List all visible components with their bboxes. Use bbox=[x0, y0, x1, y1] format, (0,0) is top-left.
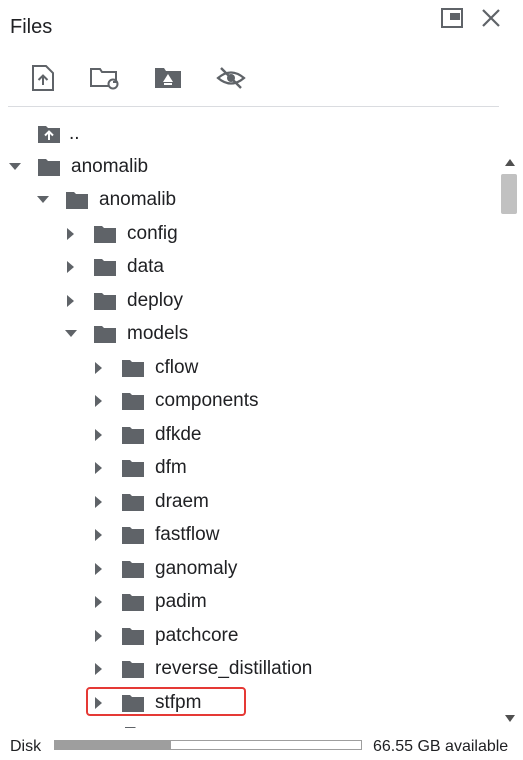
tree-item-label: padim bbox=[155, 590, 207, 612]
folder-icon bbox=[121, 559, 145, 579]
caret-right-icon[interactable] bbox=[91, 427, 107, 443]
caret-right-icon[interactable] bbox=[91, 360, 107, 376]
highlight-box bbox=[86, 687, 246, 716]
caret-right-icon[interactable] bbox=[91, 661, 107, 677]
tree-item-draem[interactable]: draem bbox=[0, 485, 498, 518]
tree-scrollbar[interactable] bbox=[498, 150, 522, 730]
tree-item-components[interactable]: components bbox=[0, 384, 498, 417]
tree-item-label: data bbox=[127, 255, 164, 277]
tree-item-parent[interactable]: .. bbox=[0, 117, 498, 150]
file-tree: .. anomalib anomalib config data deploy … bbox=[0, 116, 498, 728]
tree-item-padim[interactable]: padim bbox=[0, 585, 498, 618]
tree-item-label: draem bbox=[155, 490, 209, 512]
tree-item-label: deploy bbox=[127, 289, 183, 311]
tree-item-label: components bbox=[155, 389, 259, 411]
caret-right-icon[interactable] bbox=[63, 226, 79, 242]
folder-icon bbox=[93, 224, 117, 244]
tree-item-label: dfkde bbox=[155, 423, 202, 445]
disk-available-text: 66.55 GB available bbox=[373, 738, 509, 755]
close-icon bbox=[480, 7, 502, 34]
parent-folder-icon bbox=[37, 124, 61, 144]
window-icon bbox=[440, 7, 464, 34]
mount-drive-icon bbox=[153, 65, 183, 96]
tree-item-stfpm[interactable]: stfpm bbox=[0, 686, 498, 719]
caret-right-icon[interactable] bbox=[91, 561, 107, 577]
caret-right-icon[interactable] bbox=[91, 594, 107, 610]
caret-right-icon[interactable] bbox=[91, 527, 107, 543]
mount-drive-button[interactable] bbox=[152, 64, 184, 96]
caret-right-icon[interactable] bbox=[63, 259, 79, 275]
folder-icon bbox=[121, 391, 145, 411]
tree-item-reverse-distillation[interactable]: reverse_distillation bbox=[0, 652, 498, 685]
tree-item-label: anomalib bbox=[71, 155, 149, 177]
caret-down-icon[interactable] bbox=[63, 326, 79, 342]
folder-icon bbox=[121, 592, 145, 612]
caret-right-icon[interactable] bbox=[91, 460, 107, 476]
tree-item-deploy[interactable]: deploy bbox=[0, 284, 498, 317]
folder-icon bbox=[121, 626, 145, 646]
tree-item-ganomaly[interactable]: ganomaly bbox=[0, 552, 498, 585]
tree-item-models[interactable]: models bbox=[0, 317, 498, 350]
folder-icon bbox=[37, 157, 61, 177]
tree-item-patchcore[interactable]: patchcore bbox=[0, 619, 498, 652]
tree-item-dfkde[interactable]: dfkde bbox=[0, 418, 498, 451]
caret-right-icon[interactable] bbox=[91, 393, 107, 409]
folder-icon bbox=[93, 291, 117, 311]
tree-item-label: cflow bbox=[155, 356, 199, 378]
disk-label: Disk bbox=[10, 738, 42, 755]
tree-item-dfm[interactable]: dfm bbox=[0, 451, 498, 484]
tree-item-label: models bbox=[127, 322, 189, 344]
folder-icon bbox=[121, 659, 145, 679]
folder-icon bbox=[65, 190, 89, 210]
tree-item-anomalib-sub[interactable]: anomalib bbox=[0, 183, 498, 216]
disk-usage-fill bbox=[55, 741, 172, 749]
caret-right-icon[interactable] bbox=[91, 494, 107, 510]
upload-file-icon bbox=[30, 64, 56, 97]
tree-item-label: config bbox=[127, 222, 178, 244]
scroll-up-arrow-icon[interactable] bbox=[504, 156, 516, 168]
folder-icon bbox=[121, 358, 145, 378]
caret-down-icon[interactable] bbox=[7, 159, 23, 175]
toggle-hidden-files-button[interactable] bbox=[215, 64, 247, 96]
upload-button[interactable] bbox=[27, 64, 59, 96]
files-toolbar bbox=[0, 60, 523, 100]
tree-item-anomalib[interactable]: anomalib bbox=[0, 150, 498, 183]
open-in-tab-button[interactable] bbox=[437, 7, 467, 34]
tree-item-cflow[interactable]: cflow bbox=[0, 351, 498, 384]
tree-item-config[interactable]: config bbox=[0, 217, 498, 250]
tree-item-partial[interactable] bbox=[0, 719, 498, 728]
caret-down-icon[interactable] bbox=[35, 192, 51, 208]
folder-icon bbox=[93, 257, 117, 277]
tree-item-label: .. bbox=[69, 122, 80, 144]
folder-icon bbox=[121, 458, 145, 478]
tree-item-label: reverse_distillation bbox=[155, 657, 313, 679]
caret-right-icon[interactable] bbox=[91, 628, 107, 644]
tree-item-label: dfm bbox=[155, 456, 187, 478]
file-icon bbox=[121, 726, 145, 728]
folder-icon bbox=[121, 425, 145, 445]
panel-title: Files bbox=[10, 16, 53, 38]
tree-item-data[interactable]: data bbox=[0, 250, 498, 283]
files-panel-header: Files bbox=[0, 0, 523, 56]
tree-item-label: anomalib bbox=[99, 188, 177, 210]
close-panel-button[interactable] bbox=[476, 8, 506, 32]
scrollbar-thumb[interactable] bbox=[501, 174, 517, 214]
refresh-folder-icon bbox=[89, 65, 121, 96]
tree-item-fastflow[interactable]: fastflow bbox=[0, 518, 498, 551]
caret-right-icon[interactable] bbox=[63, 293, 79, 309]
tree-item-label: patchcore bbox=[155, 624, 239, 646]
folder-icon bbox=[93, 324, 117, 344]
toolbar-divider bbox=[8, 106, 499, 107]
tree-item-label: ganomaly bbox=[155, 557, 238, 579]
disk-usage-bar bbox=[54, 740, 362, 750]
scroll-down-arrow-icon[interactable] bbox=[504, 712, 516, 724]
hide-hidden-files-icon bbox=[215, 65, 247, 96]
folder-icon bbox=[121, 492, 145, 512]
tree-item-label: fastflow bbox=[155, 523, 220, 545]
disk-usage-footer: Disk 66.55 GB available bbox=[0, 730, 523, 760]
folder-icon bbox=[121, 525, 145, 545]
refresh-button[interactable] bbox=[89, 64, 121, 96]
